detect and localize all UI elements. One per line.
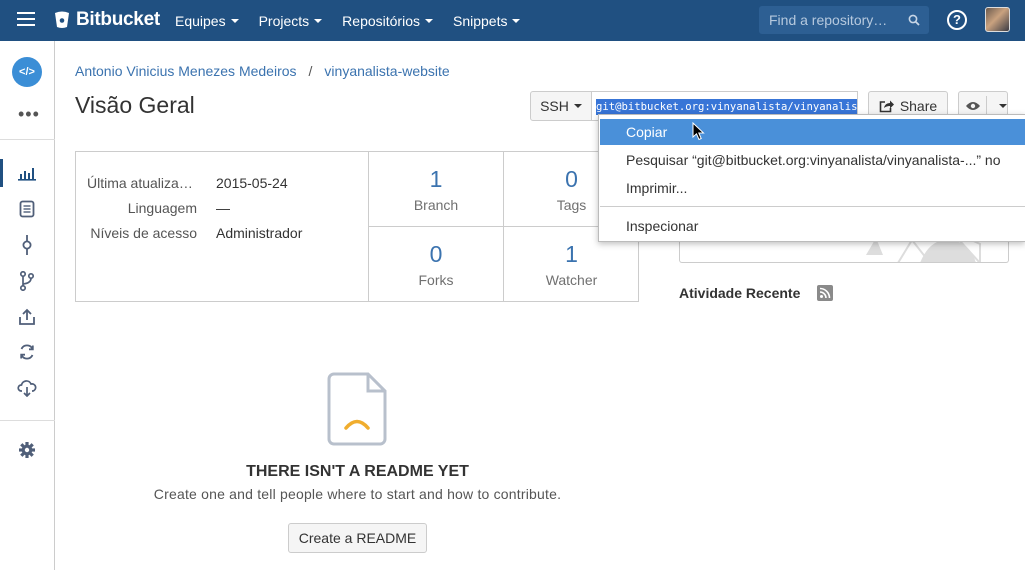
breadcrumb-owner-link[interactable]: Antonio Vinicius Menezes Medeiros [75, 63, 297, 79]
search-icon[interactable] [908, 14, 920, 26]
share-label: Share [899, 98, 938, 114]
readme-empty-title: THERE ISN'T A README YET [246, 463, 469, 480]
chevron-down-icon [314, 18, 323, 23]
stat-watchers-count: 1 [565, 241, 578, 267]
stat-forks-count: 0 [429, 241, 443, 267]
meta-value-last-updated: 2015-05-24 [216, 175, 288, 191]
nav-projects-dropdown[interactable]: Projects [259, 13, 323, 29]
eye-icon [966, 102, 980, 110]
nav-teams-label: Equipes [175, 12, 226, 29]
nav-snippets-dropdown[interactable]: Snippets [453, 12, 521, 29]
brand-name: Bitbucket [76, 9, 160, 30]
nav-repositories-label: Repositórios [342, 12, 420, 29]
sidebar-active-indicator [0, 159, 3, 187]
share-icon [879, 100, 894, 113]
gear-icon [19, 442, 35, 458]
context-menu-copy[interactable]: Copiar [600, 119, 1025, 145]
context-menu-inspect[interactable]: Inspecionar [600, 213, 1025, 239]
stat-branches-count: 1 [429, 166, 443, 192]
sidebar-item-source[interactable] [16, 198, 38, 220]
sidebar-divider [0, 420, 55, 421]
context-menu-divider [600, 206, 1025, 207]
stat-forks-label: Forks [418, 272, 454, 288]
file-icon [19, 200, 35, 218]
chevron-down-icon [425, 18, 433, 23]
sidebar-item-branches[interactable] [16, 270, 38, 292]
sidebar-item-settings[interactable] [16, 439, 38, 461]
context-menu-search[interactable]: Pesquisar “git@bitbucket.org:vinyanalist… [600, 147, 1025, 173]
meta-key-last-updated: Última atualização [87, 175, 197, 191]
rss-icon [817, 285, 833, 301]
sidebar-item-pull-requests[interactable] [16, 306, 38, 328]
recent-activity-title: Atividade Recente [679, 285, 801, 301]
upload-icon [19, 308, 35, 325]
top-navigation-bar: Bitbucket Equipes Projects Repositórios … [0, 0, 1025, 41]
help-icon[interactable]: ? [947, 10, 967, 30]
bitbucket-logo[interactable]: Bitbucket [54, 9, 160, 31]
stat-branches-label: Branch [413, 197, 459, 213]
nav-teams-dropdown[interactable]: Equipes [175, 13, 239, 29]
stat-branches[interactable]: 1 Branch [369, 152, 504, 227]
meta-key-access-level: Níveis de acesso [90, 225, 197, 241]
stat-forks[interactable]: 0 Forks [369, 227, 504, 302]
bar-chart-icon [18, 168, 36, 181]
nav-repositories-dropdown[interactable]: Repositórios [342, 13, 433, 29]
repository-avatar-icon[interactable]: </> [12, 57, 42, 87]
meta-key-language: Linguagem [127, 200, 197, 216]
sidebar-item-downloads[interactable] [16, 377, 38, 399]
commit-icon [22, 235, 32, 255]
context-menu-print[interactable]: Imprimir... [600, 175, 1025, 201]
clone-protocol-dropdown[interactable]: SSH [530, 91, 592, 121]
breadcrumb: Antonio Vinicius Menezes Medeiros / viny… [75, 63, 450, 79]
user-avatar[interactable] [985, 7, 1010, 32]
readme-empty-description: Create one and tell people where to star… [153, 486, 562, 502]
branch-icon [19, 271, 35, 291]
clone-protocol-label: SSH [540, 98, 569, 114]
hamburger-menu-icon[interactable] [17, 12, 35, 28]
more-options-icon[interactable]: ••• [18, 105, 40, 123]
sad-document-icon [327, 372, 387, 446]
refresh-icon [20, 344, 34, 360]
chevron-down-icon [230, 18, 239, 23]
nav-snippets-label: Snippets [453, 12, 508, 29]
page-title: Visão Geral [75, 92, 195, 118]
create-readme-button[interactable]: Create a README [288, 523, 427, 553]
chevron-down-icon[interactable] [999, 104, 1007, 108]
main-nav: Equipes Projects Repositórios Snippets [175, 0, 540, 41]
breadcrumb-repo-link[interactable]: vinyanalista-website [324, 63, 449, 79]
meta-value-language: — [216, 200, 230, 216]
sidebar-item-commits[interactable] [16, 234, 38, 256]
context-menu: Copiar Pesquisar “git@bitbucket.org:viny… [598, 114, 1025, 242]
repository-metadata: Última atualização 2015-05-24 Linguagem … [76, 152, 369, 301]
rss-feed-icon[interactable] [817, 285, 833, 306]
repository-search-input[interactable] [769, 12, 905, 28]
mouse-cursor-icon [692, 122, 705, 141]
meta-value-access-level: Administrador [216, 225, 303, 241]
chevron-down-icon [573, 104, 582, 108]
sidebar-item-overview[interactable] [16, 162, 38, 184]
chevron-down-icon [512, 18, 521, 23]
repository-search [759, 6, 929, 34]
nav-projects-label: Projects [258, 12, 310, 29]
breadcrumb-separator: / [308, 63, 313, 79]
cloud-download-icon [17, 380, 37, 397]
repository-info-panel: Última atualização 2015-05-24 Linguagem … [75, 151, 639, 302]
button-divider [986, 96, 987, 116]
bitbucket-bucket-icon [55, 11, 69, 28]
sidebar-item-pipelines[interactable] [16, 341, 38, 363]
stat-watchers-label: Watcher [545, 272, 598, 288]
clone-url-text: git@bitbucket.org:vinyanalista/vinyanali… [596, 99, 857, 115]
sidebar-divider [0, 139, 55, 140]
